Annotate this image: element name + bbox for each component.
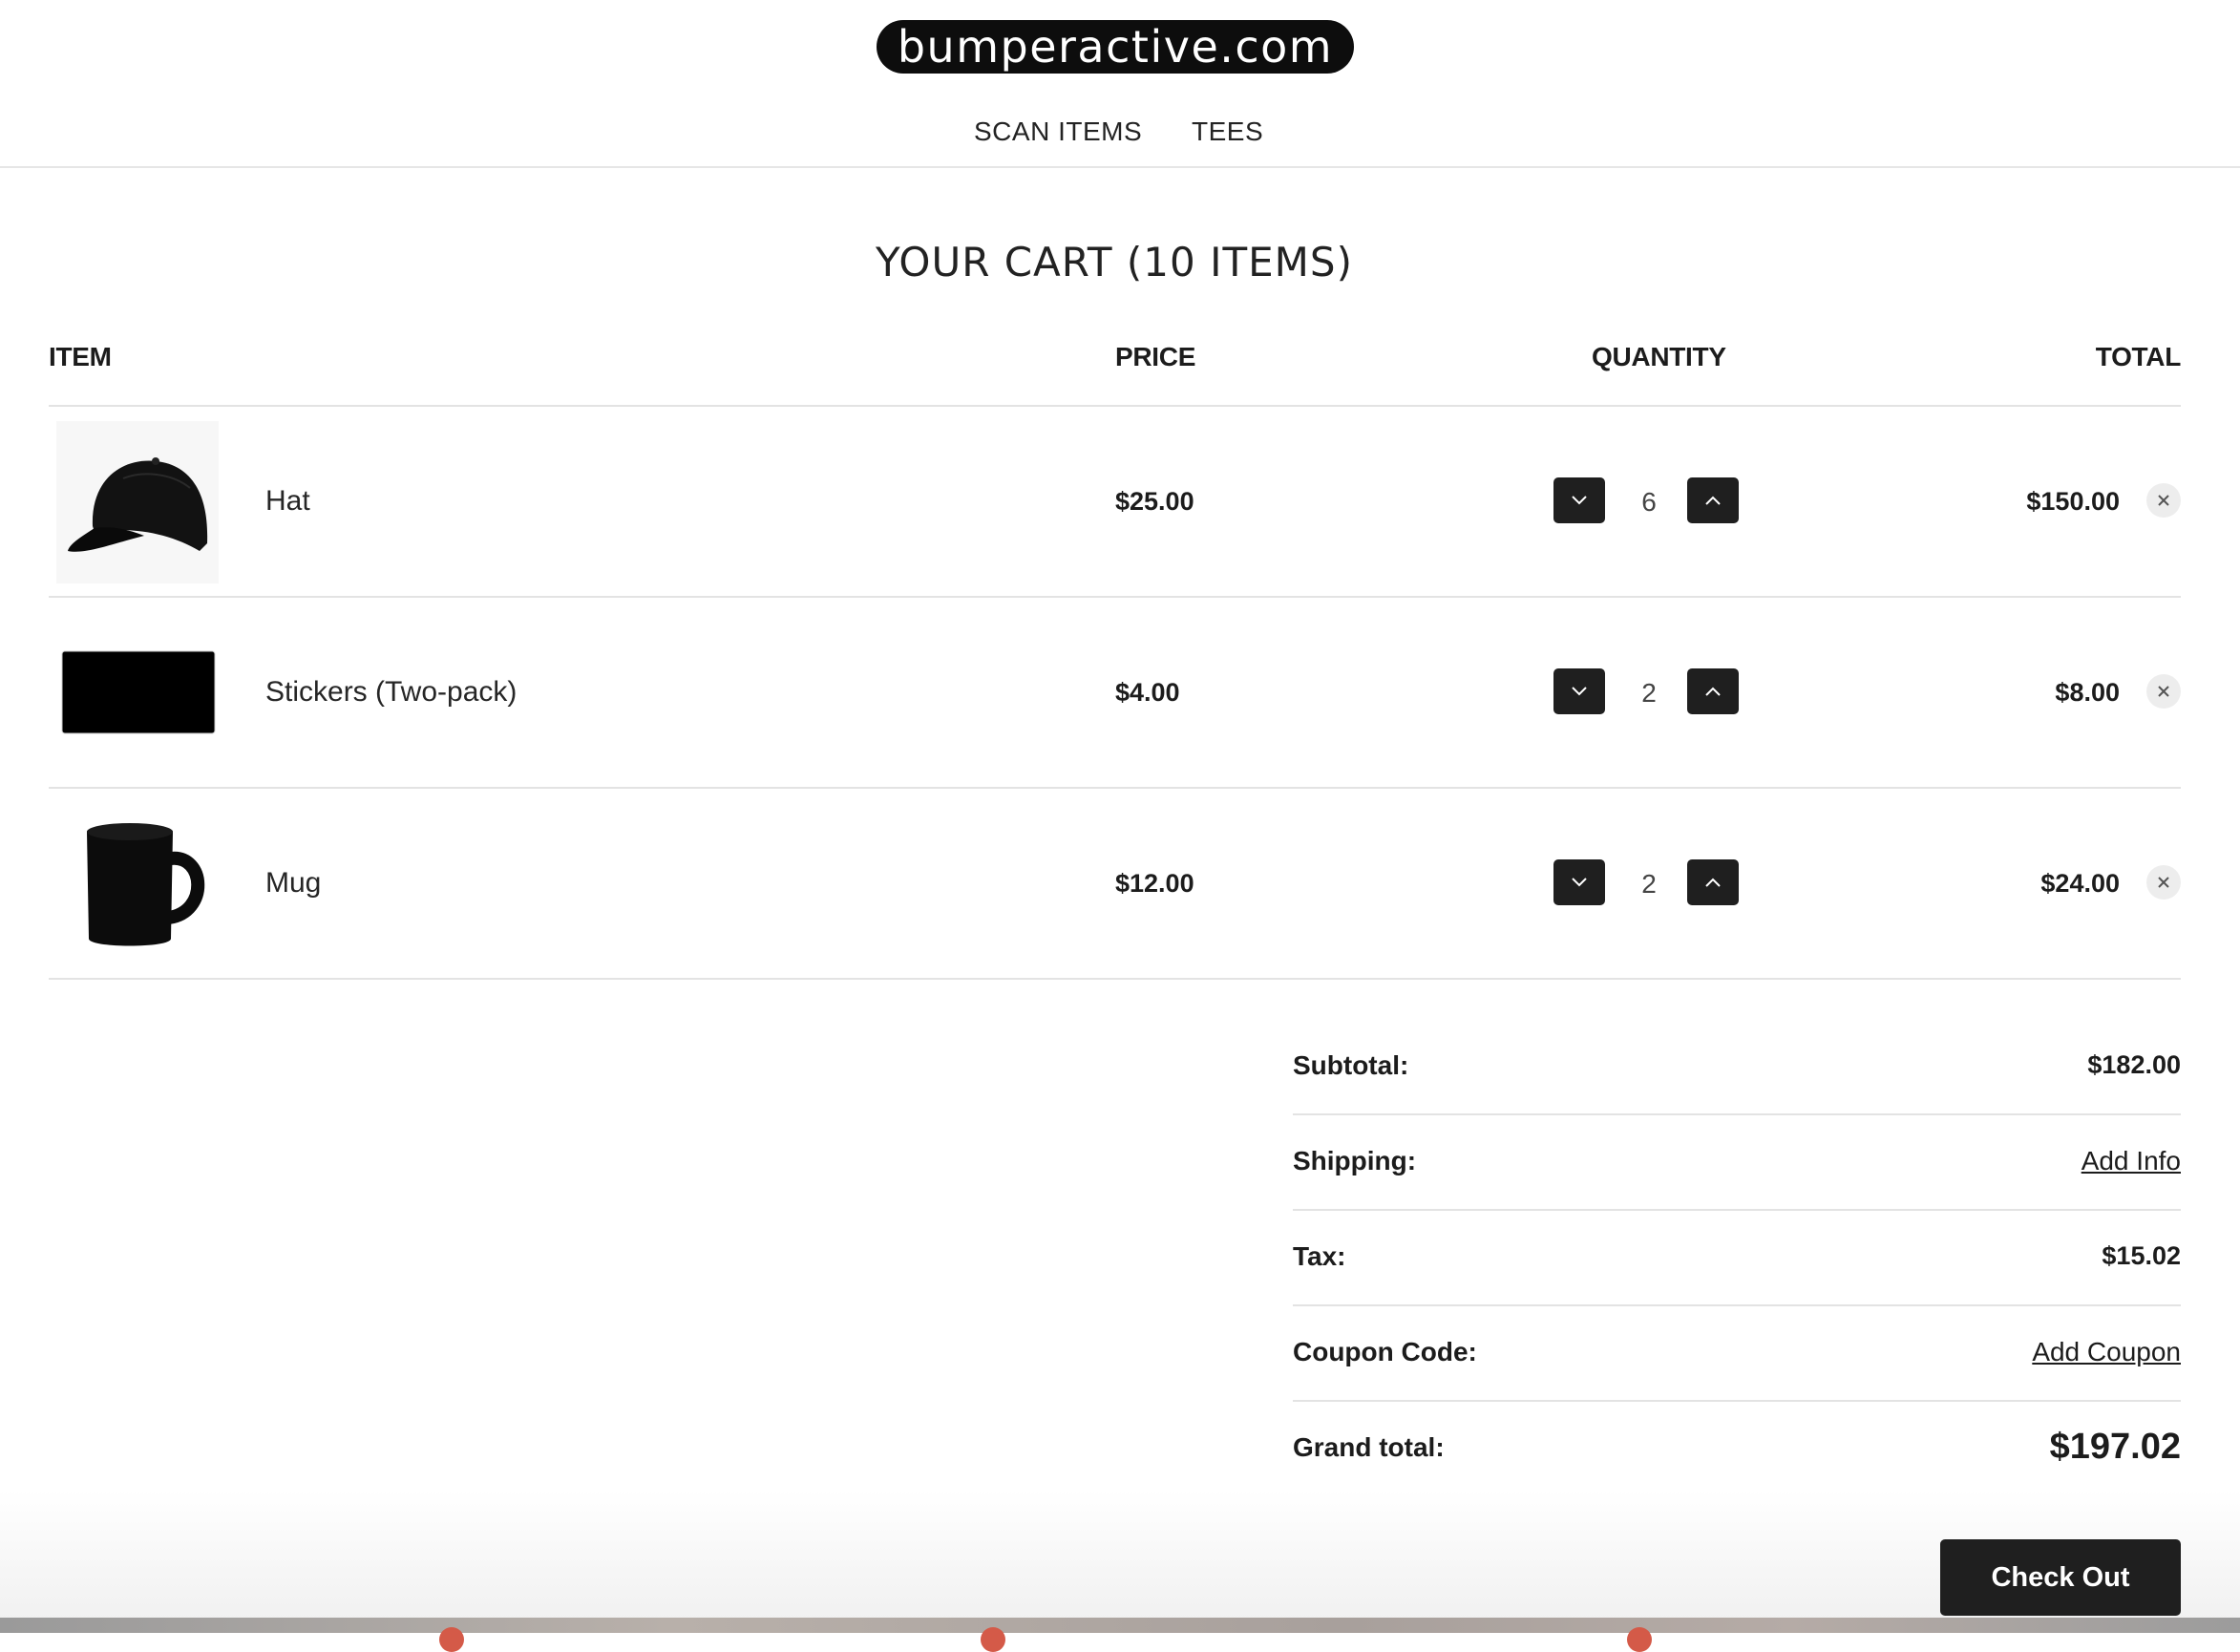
summary-divider	[1293, 1113, 2181, 1115]
chevron-up-icon	[1705, 496, 1721, 505]
quantity-value: 2	[1641, 678, 1657, 708]
decrease-quantity-button[interactable]	[1553, 668, 1605, 714]
decrease-quantity-button[interactable]	[1553, 477, 1605, 523]
decrease-quantity-button[interactable]	[1553, 859, 1605, 905]
banner-accent	[1627, 1627, 1652, 1652]
checkout-button[interactable]: Check Out	[1940, 1539, 2181, 1616]
quantity-value: 2	[1641, 869, 1657, 899]
tax-label: Tax:	[1293, 1241, 1346, 1271]
item-name[interactable]: Mug	[265, 867, 321, 900]
summary-divider	[1293, 1400, 2181, 1402]
cart-title: YOUR CART (10 ITEMS)	[876, 239, 1353, 286]
footer-banner-edge	[0, 1618, 2240, 1633]
cart-row-mug: Mug $12.00 2 $24.00	[49, 789, 2181, 978]
checkout-label: Check Out	[1991, 1561, 2130, 1593]
item-price: $25.00	[1115, 487, 1194, 516]
cart-row-stickers: Stickers (Two-pack) $4.00 2 $8.00	[49, 598, 2181, 787]
increase-quantity-button[interactable]	[1687, 477, 1739, 523]
row-divider	[49, 978, 2181, 980]
item-price: $4.00	[1115, 678, 1180, 707]
column-header-quantity: QUANTITY	[1592, 342, 1726, 371]
close-icon	[2158, 686, 2169, 697]
cart-row-hat: Hat $25.00 6 $150.00	[49, 407, 2181, 596]
chevron-up-icon	[1705, 878, 1721, 887]
grand-total-label: Grand total:	[1293, 1432, 1445, 1462]
increase-quantity-button[interactable]	[1687, 668, 1739, 714]
remove-item-button[interactable]	[2146, 674, 2181, 709]
mug-image[interactable]	[49, 798, 225, 970]
nav-tees[interactable]: TEES	[1192, 116, 1263, 147]
item-total: $8.00	[2055, 678, 2120, 707]
sticker-illustration	[61, 650, 215, 734]
banner-accent	[439, 1627, 464, 1652]
close-icon	[2158, 495, 2169, 506]
close-icon	[2158, 877, 2169, 888]
page-bottom-fade	[0, 1490, 2240, 1620]
chevron-down-icon	[1572, 687, 1587, 696]
site-logo[interactable]: bumperactive.com	[877, 20, 1354, 74]
coupon-label: Coupon Code:	[1293, 1337, 1477, 1366]
shipping-label: Shipping:	[1293, 1146, 1417, 1175]
subtotal-label: Subtotal:	[1293, 1050, 1409, 1080]
quantity-value: 6	[1641, 487, 1657, 517]
remove-item-button[interactable]	[2146, 483, 2181, 518]
column-header-price: PRICE	[1115, 342, 1196, 371]
column-header-total: TOTAL	[2095, 342, 2182, 371]
item-name[interactable]: Stickers (Two-pack)	[265, 676, 517, 709]
summary-divider	[1293, 1304, 2181, 1306]
chevron-down-icon	[1572, 878, 1587, 887]
hat-image[interactable]	[49, 416, 225, 588]
chevron-up-icon	[1705, 687, 1721, 696]
summary-divider	[1293, 1209, 2181, 1211]
main-nav: SCAN ITEMS TEES	[0, 116, 2240, 157]
chevron-down-icon	[1572, 496, 1587, 505]
subtotal-value: $182.00	[2087, 1050, 2181, 1079]
item-name[interactable]: Hat	[265, 485, 310, 518]
header-divider	[0, 166, 2240, 168]
banner-accent	[981, 1627, 1005, 1652]
increase-quantity-button[interactable]	[1687, 859, 1739, 905]
stickers-image[interactable]	[49, 607, 225, 779]
item-total: $24.00	[2040, 869, 2120, 898]
nav-scan-items[interactable]: SCAN ITEMS	[974, 116, 1142, 147]
add-coupon-link[interactable]: Add Coupon	[2032, 1337, 2181, 1367]
tax-value: $15.02	[2102, 1241, 2181, 1270]
column-header-item: ITEM	[49, 342, 112, 371]
mug-illustration	[86, 823, 204, 946]
add-shipping-info-link[interactable]: Add Info	[2082, 1146, 2181, 1176]
item-price: $12.00	[1115, 869, 1194, 898]
item-total: $150.00	[2026, 487, 2120, 516]
grand-total-value: $197.02	[2049, 1427, 2181, 1467]
cap-illustration	[55, 421, 219, 583]
remove-item-button[interactable]	[2146, 865, 2181, 900]
logo-text: bumperactive.com	[897, 21, 1334, 73]
